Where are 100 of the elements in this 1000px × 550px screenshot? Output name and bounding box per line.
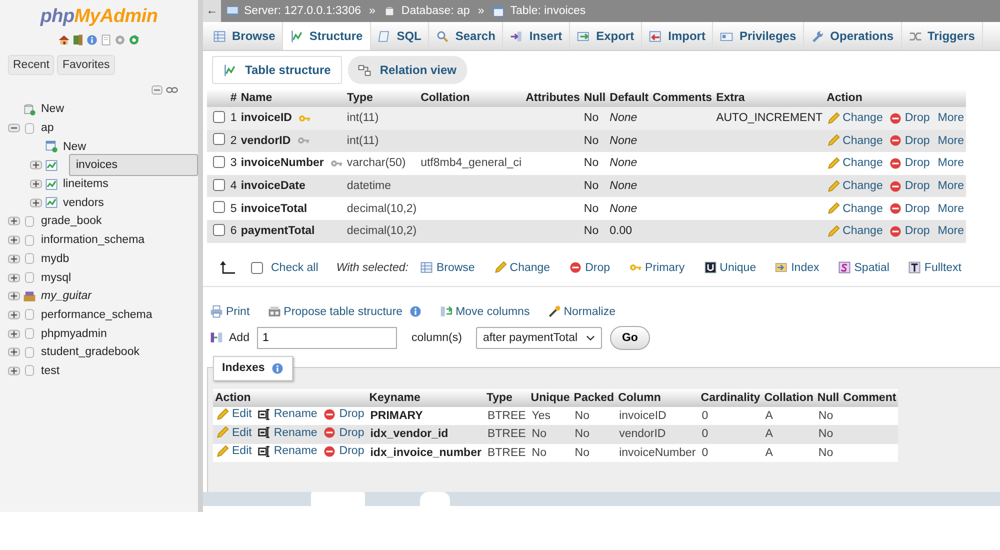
row-checkbox[interactable]: [213, 201, 225, 214]
drop-link[interactable]: Drop: [888, 112, 930, 125]
more-link[interactable]: More: [938, 225, 964, 238]
rename-link[interactable]: Rename: [258, 408, 318, 421]
tab[interactable]: SQL: [370, 22, 430, 50]
drop-link[interactable]: Drop: [888, 180, 930, 193]
drop-link[interactable]: Drop: [569, 261, 610, 274]
expand-icon[interactable]: [8, 346, 20, 358]
breadcrumb-link[interactable]: Table: invoices: [510, 5, 586, 17]
help-icon[interactable]: [86, 34, 98, 46]
help-icon[interactable]: [408, 305, 422, 318]
collapse-icon[interactable]: [151, 84, 163, 96]
tree-item[interactable]: mysql: [39, 270, 198, 286]
expand-icon[interactable]: [30, 159, 42, 172]
tab[interactable]: Structure: [283, 22, 371, 50]
exit-icon[interactable]: [72, 34, 84, 46]
more-link[interactable]: More: [938, 180, 964, 192]
tab[interactable]: Insert: [503, 22, 570, 50]
expand-icon[interactable]: [8, 272, 20, 284]
link-icon[interactable]: [166, 84, 178, 96]
back-button[interactable]: ←: [203, 0, 221, 22]
home-icon[interactable]: [58, 34, 70, 46]
tree-item[interactable]: mydb: [39, 250, 198, 267]
print-link[interactable]: Print: [210, 305, 250, 318]
expand-icon[interactable]: [30, 178, 42, 190]
tree-item[interactable]: student_gradebook: [39, 344, 198, 360]
browse-link[interactable]: Browse: [420, 261, 475, 274]
subtab[interactable]: Table structure: [212, 56, 342, 84]
go-button[interactable]: Go: [610, 326, 650, 350]
sidebar-tab[interactable]: Favorites: [57, 55, 115, 75]
change-link[interactable]: Change: [826, 180, 883, 193]
change-link[interactable]: Change: [826, 134, 883, 148]
tree-item[interactable]: ap: [39, 120, 198, 136]
spatial-link[interactable]: Spatial: [838, 261, 890, 274]
unique-link[interactable]: Unique: [704, 261, 756, 274]
row-checkbox[interactable]: [213, 156, 225, 168]
drop-link[interactable]: Drop: [888, 134, 930, 148]
tree-item[interactable]: grade_book: [39, 213, 198, 230]
fulltext-link[interactable]: Fulltext: [908, 261, 962, 274]
row-checkbox[interactable]: [213, 178, 225, 191]
tree-item[interactable]: my_guitar: [39, 288, 198, 304]
tree-item[interactable]: invoices: [69, 154, 198, 176]
tree-item[interactable]: vendors: [61, 194, 198, 211]
drop-link[interactable]: Drop: [888, 224, 930, 238]
drop-link[interactable]: Drop: [323, 444, 364, 458]
tab[interactable]: Operations: [804, 22, 902, 50]
move-link[interactable]: Move columns: [440, 305, 530, 318]
tree-item[interactable]: New: [61, 138, 198, 155]
breadcrumb-link[interactable]: Server: 127.0.0.1:3306: [244, 5, 361, 17]
tab[interactable]: Privileges: [713, 22, 804, 50]
position-dropdown[interactable]: after paymentTotal: [476, 326, 602, 349]
change-link[interactable]: Change: [826, 112, 883, 125]
check-all-link[interactable]: Check all: [271, 262, 318, 274]
tab[interactable]: Search: [429, 22, 504, 50]
edit-link[interactable]: Edit: [216, 444, 252, 458]
document-icon[interactable]: [100, 34, 112, 46]
tree-item[interactable]: performance_schema: [39, 306, 198, 323]
change-link[interactable]: Change: [826, 224, 883, 238]
expand-icon[interactable]: [8, 308, 20, 321]
more-link[interactable]: More: [938, 112, 964, 124]
more-link[interactable]: More: [938, 202, 964, 215]
tab[interactable]: Import: [642, 22, 714, 50]
subtab[interactable]: Relation view: [348, 56, 466, 84]
help-icon[interactable]: [270, 362, 284, 375]
breadcrumb-link[interactable]: Database: ap: [401, 5, 470, 17]
tab[interactable]: Triggers: [902, 22, 983, 50]
edit-link[interactable]: Edit: [216, 408, 252, 421]
drop-link[interactable]: Drop: [888, 202, 930, 216]
tree-item[interactable]: test: [39, 362, 198, 379]
tree-item[interactable]: phpmyadmin: [39, 326, 198, 342]
expand-icon[interactable]: [8, 328, 20, 340]
propose-link[interactable]: Propose table structure: [268, 305, 403, 318]
row-checkbox[interactable]: [213, 224, 225, 236]
drop-link[interactable]: Drop: [888, 156, 930, 170]
more-link[interactable]: More: [938, 157, 964, 170]
expand-icon[interactable]: [30, 196, 42, 209]
expand-icon[interactable]: [8, 215, 20, 228]
primary-link[interactable]: Primary: [629, 261, 685, 274]
sidebar-tab[interactable]: Recent: [8, 55, 54, 75]
change-link[interactable]: Change: [826, 202, 883, 216]
tree-item[interactable]: New: [39, 101, 198, 118]
expand-icon[interactable]: [8, 290, 20, 302]
reload-icon[interactable]: [128, 34, 140, 46]
change-link[interactable]: Change: [494, 261, 550, 274]
expand-icon[interactable]: [8, 252, 20, 265]
column-count-field[interactable]: 1: [257, 326, 398, 349]
index-link[interactable]: Index: [775, 261, 820, 274]
expand-icon[interactable]: [8, 364, 20, 377]
more-link[interactable]: More: [938, 134, 964, 147]
row-checkbox[interactable]: [213, 110, 225, 123]
expand-icon[interactable]: [8, 234, 20, 246]
tree-item[interactable]: lineitems: [61, 176, 198, 192]
change-link[interactable]: Change: [826, 156, 883, 170]
normalize-link[interactable]: Normalize: [548, 305, 616, 318]
collapse-icon[interactable]: [8, 122, 20, 134]
rename-link[interactable]: Rename: [258, 444, 318, 458]
tab[interactable]: Export: [570, 22, 642, 50]
check-all-checkbox[interactable]: [251, 262, 263, 274]
row-checkbox[interactable]: [213, 133, 225, 146]
drop-link[interactable]: Drop: [323, 408, 364, 421]
